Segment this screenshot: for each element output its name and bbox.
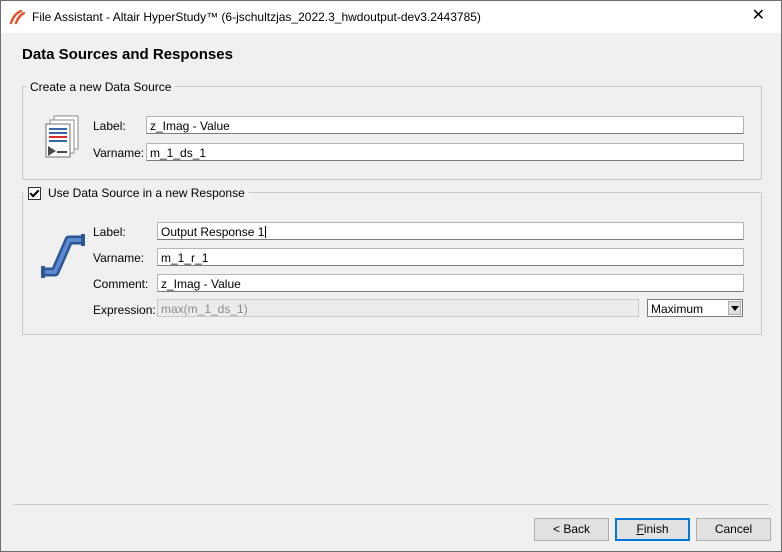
data-source-varname-caption: Varname: xyxy=(93,146,145,160)
data-source-varname-input[interactable]: m_1_ds_1 xyxy=(146,143,744,161)
text-cursor xyxy=(265,226,267,238)
page-title: Data Sources and Responses xyxy=(22,46,233,63)
response-expression-input: max(m_1_ds_1) xyxy=(157,299,639,317)
response-label-caption: Label: xyxy=(93,225,126,239)
cancel-button[interactable]: Cancel xyxy=(696,518,771,541)
chevron-down-icon[interactable] xyxy=(728,301,741,315)
data-source-label-caption: Label: xyxy=(93,119,126,133)
response-comment-caption: Comment: xyxy=(93,277,149,291)
data-source-label-input[interactable]: z_Imag - Value xyxy=(146,116,744,134)
pipe-response-icon xyxy=(41,234,85,278)
finish-label-rest: inish xyxy=(643,522,669,536)
close-window-button[interactable]: ✕ xyxy=(752,8,765,24)
footer-separator xyxy=(13,504,769,505)
finish-mnemonic: F xyxy=(636,522,644,536)
create-data-source-legend: Create a new Data Source xyxy=(26,80,176,94)
file-assistant-window: File Assistant - Altair HyperStudy™ (6-j… xyxy=(0,0,782,552)
response-label-text: Output Response 1 xyxy=(161,225,265,239)
response-varname-input[interactable]: m_1_r_1 xyxy=(157,248,744,266)
use-data-source-checkbox[interactable] xyxy=(28,186,41,200)
response-label-input[interactable]: Output Response 1 xyxy=(157,222,744,240)
window-title: File Assistant - Altair HyperStudy™ (6-j… xyxy=(32,10,481,24)
expression-mode-dropdown[interactable]: Maximum xyxy=(647,299,743,317)
title-bar[interactable]: File Assistant - Altair HyperStudy™ (6-j… xyxy=(1,1,781,33)
response-comment-input[interactable]: z_Imag - Value xyxy=(157,274,744,292)
expression-mode-value: Maximum xyxy=(651,302,704,316)
response-varname-caption: Varname: xyxy=(93,251,145,265)
altair-logo-icon xyxy=(9,9,25,25)
use-data-source-checkbox-label: Use Data Source in a new Response xyxy=(48,186,245,200)
response-expression-caption: Expression: xyxy=(93,303,156,317)
finish-button[interactable]: Finish xyxy=(615,518,690,541)
document-data-source-icon xyxy=(45,115,79,158)
use-data-source-checkbox-row[interactable]: Use Data Source in a new Response xyxy=(24,186,249,200)
page-header: Data Sources and Responses xyxy=(1,33,781,75)
back-button[interactable]: < Back xyxy=(534,518,609,541)
